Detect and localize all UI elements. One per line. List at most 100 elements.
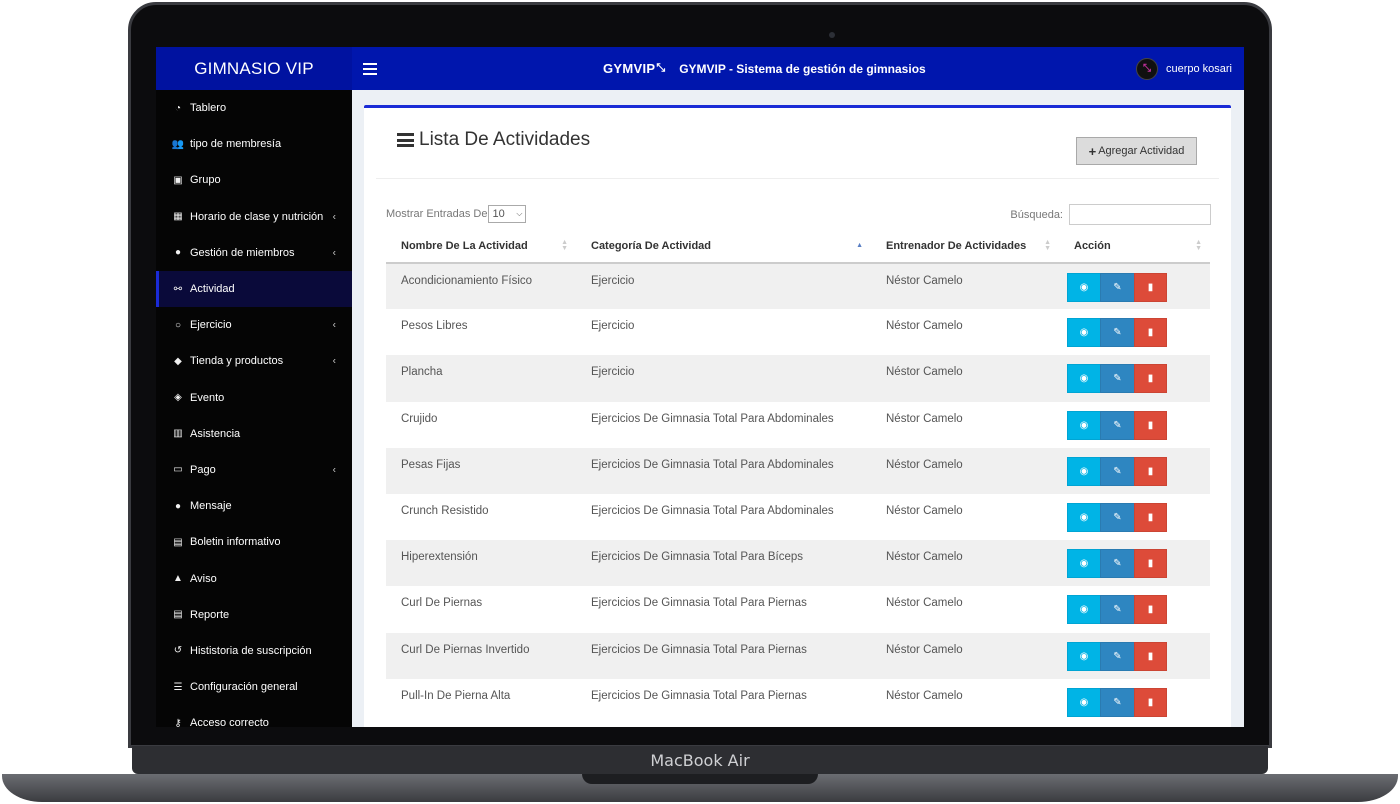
trash-icon: ▮	[1147, 327, 1154, 339]
column-header-trainer[interactable]: Entrenador De Actividades ▲ ▼	[871, 229, 1059, 264]
entries-value: 10	[492, 208, 505, 220]
column-header-category[interactable]: Categoría De Actividad ▲	[576, 229, 871, 264]
sidebar-item-13[interactable]: ▲ Aviso	[156, 560, 352, 596]
cell-trainer: Néstor Camelo	[886, 412, 963, 425]
money-icon: ▭	[173, 464, 183, 476]
sidebar-item-10[interactable]: ▭ Pago ‹	[156, 452, 352, 488]
sidebar-item-11[interactable]: ● Mensaje	[156, 488, 352, 524]
view-button[interactable]: ◉	[1067, 641, 1101, 671]
cell-category: Ejercicios De Gimnasia Total Para Pierna…	[591, 597, 807, 610]
cell-name: Hiperextensión	[386, 540, 576, 587]
search-input[interactable]	[1069, 204, 1211, 225]
menu-toggle-icon[interactable]	[363, 60, 377, 76]
view-button[interactable]: ◉	[1067, 549, 1101, 579]
edit-button[interactable]: ✎	[1100, 456, 1135, 486]
delete-button[interactable]: ▮	[1134, 364, 1167, 394]
edit-button[interactable]: ✎	[1100, 273, 1135, 302]
edit-button[interactable]: ✎	[1100, 318, 1135, 348]
cell-actions: ◉ ✎ ▮	[1059, 632, 1210, 679]
top-header: GIMNASIO VIP GYMVIP ⤡ GYMVIP - Sistema d…	[156, 47, 1244, 90]
cell-name: Pesos Libres	[401, 320, 468, 333]
cell-category: Ejercicios De Gimnasia Total Para Pierna…	[576, 632, 871, 679]
sidebar-item-9[interactable]: ▥ Asistencia	[156, 416, 352, 452]
avatar: ⤡	[1135, 57, 1158, 80]
user-menu[interactable]: ⤡ cuerpo kosari	[1135, 47, 1232, 90]
sidebar-item-1[interactable]: 👥 tipo de membresía	[156, 126, 352, 162]
table-row: Pesas Fijas Ejercicios De Gimnasia Total …	[386, 447, 1210, 494]
view-button[interactable]: ◉	[1067, 273, 1101, 302]
view-button[interactable]: ◉	[1067, 687, 1101, 717]
sidebar-item-12[interactable]: ▤ Boletin informativo	[156, 524, 352, 560]
trash-icon: ▮	[1147, 604, 1154, 616]
edit-button[interactable]: ✎	[1100, 595, 1135, 625]
edit-button[interactable]: ✎	[1100, 410, 1135, 440]
key-icon: ⚷	[174, 717, 182, 727]
sidebar-item-15[interactable]: ↺ Hististoria de suscripción	[156, 633, 352, 669]
page-title: Lista De Actividades	[397, 129, 590, 151]
edit-button[interactable]: ✎	[1100, 641, 1135, 671]
sidebar-item-label: tipo de membresía	[190, 138, 282, 151]
eye-icon: ◉	[1079, 511, 1089, 523]
search-label: Búsqueda:	[1010, 208, 1063, 221]
sidebar-item-5[interactable]: ⚯ Actividad	[156, 270, 352, 308]
search-control: Búsqueda:	[1010, 204, 1211, 225]
header-logo: GYMVIP	[603, 61, 656, 76]
delete-button[interactable]: ▮	[1134, 456, 1167, 486]
cell-trainer: Néstor Camelo	[886, 504, 963, 517]
sidebar: ◔ Tablero 👥 tipo de membresía ▣ Grupo ▦ Horario…	[156, 90, 352, 727]
delete-button[interactable]: ▮	[1134, 410, 1167, 440]
sidebar-item-8[interactable]: ◈ Evento	[156, 380, 352, 416]
table-row: Acondicionamiento Físico Ejercicio Néstor …	[386, 263, 1210, 310]
delete-button[interactable]: ▮	[1134, 549, 1167, 579]
sidebar-item-label: Grupo	[190, 174, 221, 187]
sidebar-item-17[interactable]: ⚷ Acceso correcto	[156, 705, 352, 727]
trash-icon: ▮	[1147, 465, 1154, 477]
cell-actions: ◉ ✎ ▮	[1059, 402, 1210, 448]
add-activity-button[interactable]: + Agregar Actividad	[1076, 137, 1197, 165]
exercise-icon: ○	[174, 319, 182, 331]
sort-icon: ▲ ▼	[1195, 238, 1202, 252]
delete-button[interactable]: ▮	[1134, 273, 1167, 302]
history-icon: ↺	[173, 645, 183, 657]
view-button[interactable]: ◉	[1067, 364, 1101, 394]
header-title: GYMVIP - Sistema de gestión de gimnasios	[679, 61, 926, 76]
sidebar-item-14[interactable]: ▤ Reporte	[156, 597, 352, 633]
cell-name: Acondicionamiento Físico	[386, 263, 576, 310]
sidebar-item-0[interactable]: ◔ Tablero	[156, 90, 352, 126]
edit-icon: ✎	[1113, 511, 1122, 523]
sidebar-item-16[interactable]: ☰ Configuración general	[156, 669, 352, 705]
dumbbell-icon: ⤡	[656, 62, 666, 74]
delete-button[interactable]: ▮	[1134, 502, 1167, 532]
sidebar-item-label: Acceso correcto	[190, 717, 269, 727]
eye-icon: ◉	[1079, 282, 1089, 293]
column-header-name[interactable]: Nombre De La Actividad ▲ ▼	[386, 229, 576, 264]
delete-button[interactable]: ▮	[1134, 641, 1167, 671]
cell-category: Ejercicios De Gimnasia Total Para Abdomi…	[591, 412, 834, 425]
delete-button[interactable]: ▮	[1134, 595, 1167, 625]
app-name[interactable]: GIMNASIO VIP	[156, 47, 352, 90]
sidebar-item-label: Ejercicio	[190, 319, 232, 332]
view-button[interactable]: ◉	[1067, 318, 1101, 348]
sidebar-item-3[interactable]: ▦ Horario de clase y nutrición ‹	[156, 199, 352, 235]
column-header-action[interactable]: Acción ▲ ▼	[1059, 229, 1210, 264]
eye-icon: ◉	[1079, 558, 1089, 570]
edit-button[interactable]: ✎	[1100, 364, 1135, 394]
sidebar-item-6[interactable]: ○ Ejercicio ‹	[156, 307, 352, 343]
view-button[interactable]: ◉	[1067, 502, 1101, 532]
delete-button[interactable]: ▮	[1134, 318, 1167, 348]
cell-actions: ◉ ✎ ▮	[1059, 309, 1210, 355]
table-row: Pull-In De Pierna Alta Ejercicios De Gimn…	[386, 679, 1210, 725]
sidebar-item-2[interactable]: ▣ Grupo	[156, 162, 352, 198]
entries-select[interactable]: 10 ⌵	[488, 205, 527, 223]
delete-button[interactable]: ▮	[1134, 687, 1167, 717]
sidebar-item-7[interactable]: ◆ Tienda y productos ‹	[156, 343, 352, 379]
chevron-left-icon: ‹	[332, 355, 336, 367]
edit-button[interactable]: ✎	[1100, 502, 1135, 532]
sidebar-item-4[interactable]: ● Gestión de miembros ‹	[156, 235, 352, 271]
view-button[interactable]: ◉	[1067, 456, 1101, 486]
view-button[interactable]: ◉	[1067, 595, 1101, 625]
view-button[interactable]: ◉	[1067, 410, 1101, 440]
edit-button[interactable]: ✎	[1100, 687, 1135, 717]
edit-button[interactable]: ✎	[1100, 549, 1135, 579]
cell-category: Ejercicios De Gimnasia Total Para Abdomi…	[576, 447, 871, 494]
